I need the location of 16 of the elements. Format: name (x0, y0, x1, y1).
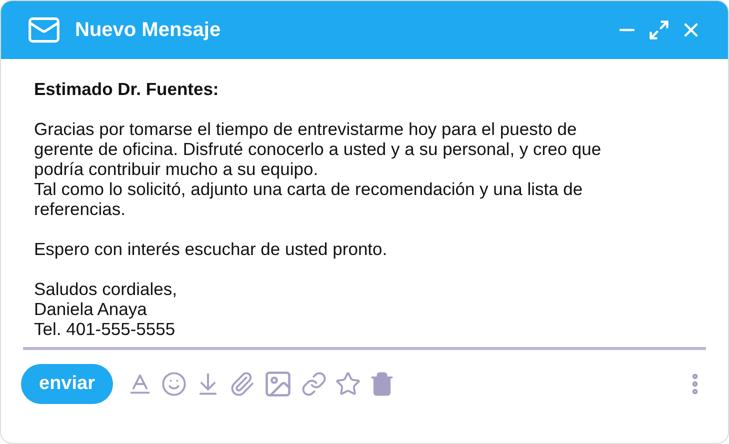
smiley-icon[interactable] (160, 371, 187, 397)
window-title: Nuevo Mensaje (75, 18, 221, 43)
paperclip-icon[interactable] (228, 371, 255, 397)
link-icon[interactable] (300, 371, 327, 397)
image-icon[interactable] (262, 369, 293, 399)
greeting: Estimado Dr. Fuentes: (34, 79, 220, 99)
message-text: Daniela Anaya (34, 299, 148, 319)
message-text: Saludos cordiales, (34, 279, 178, 299)
message-text: Tel. 401-555-5555 (34, 319, 176, 339)
message-text: Espero con interés escuchar de usted pronto. (34, 239, 388, 259)
star-icon[interactable] (334, 371, 361, 397)
message-text: Tal como lo solicitó, adjunto una carta de recomendación y una lista de referencias. (34, 179, 584, 219)
maximize-icon[interactable] (648, 19, 670, 41)
send-button[interactable]: enviar (21, 364, 113, 404)
trash-icon[interactable] (368, 371, 395, 397)
message-text: Gracias por tomarse el tiempo de entrevistarme hoy para el puesto de gerente de oficina. Disfruté conocerlo a usted y a su personal, y creo que podría contribuir mucho a su equipo. (34, 119, 602, 179)
